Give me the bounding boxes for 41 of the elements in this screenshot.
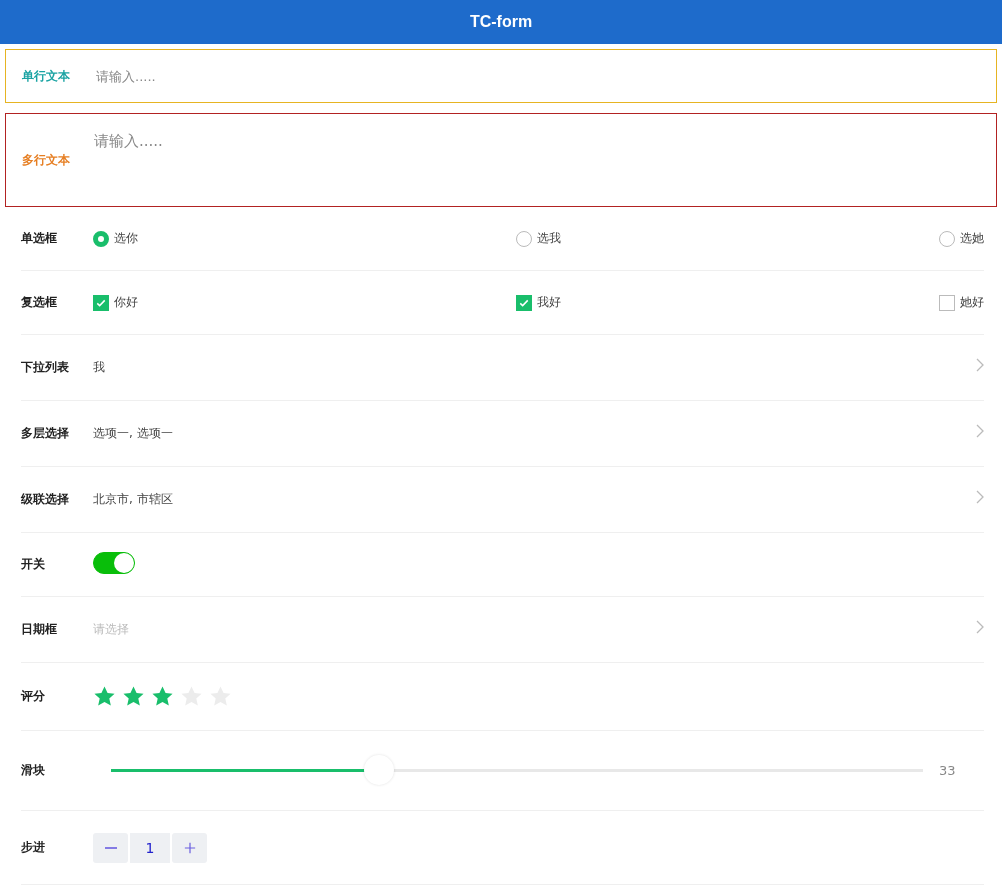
picker-value[interactable]: 我 <box>93 359 105 376</box>
star-icon[interactable] <box>151 685 174 708</box>
option-label[interactable]: 选我 <box>537 230 561 247</box>
field-label: 单行文本 <box>22 67 71 85</box>
checkbox[interactable] <box>939 294 955 311</box>
field-label: 滑块 <box>21 762 46 779</box>
field-label: 复选框 <box>21 294 58 311</box>
chevron-right-icon <box>976 357 984 372</box>
app-title: TC-form <box>469 13 533 31</box>
chevron-right-icon <box>976 423 984 438</box>
option-label[interactable]: 选你 <box>114 230 138 247</box>
field-label: 单选框 <box>21 230 58 247</box>
checkbox[interactable] <box>516 294 532 311</box>
radio-button[interactable] <box>93 230 109 247</box>
minus-icon <box>103 846 118 849</box>
star-icon[interactable] <box>93 685 116 708</box>
minus-button[interactable] <box>93 832 128 863</box>
field-label: 评分 <box>21 688 46 705</box>
option-label[interactable]: 我好 <box>537 294 561 311</box>
field-label: 级联选择 <box>21 491 70 508</box>
checkbox[interactable] <box>93 294 109 311</box>
star-icon[interactable] <box>122 685 145 708</box>
field-label: 开关 <box>21 556 46 573</box>
field-label: 日期框 <box>21 621 58 638</box>
field-label: 步进 <box>21 839 46 856</box>
option-label[interactable]: 她好 <box>960 294 984 311</box>
slider-thumb[interactable] <box>363 755 394 785</box>
plus-button[interactable] <box>172 832 207 863</box>
slider-value: 33 <box>939 763 956 778</box>
stepper-value[interactable]: 1 <box>130 832 170 863</box>
option-label[interactable]: 你好 <box>114 294 138 311</box>
field-label: 多层选择 <box>21 425 70 442</box>
toggle-switch[interactable] <box>93 551 135 574</box>
picker-value[interactable]: 北京市, 市辖区 <box>93 491 173 508</box>
plus-icon <box>183 841 196 854</box>
chevron-right-icon <box>976 619 984 634</box>
field-label: 下拉列表 <box>21 359 70 376</box>
chevron-right-icon <box>976 489 984 504</box>
option-label[interactable]: 选她 <box>960 230 984 247</box>
picker-value[interactable]: 选项一, 选项一 <box>93 425 173 442</box>
field-label: 多行文本 <box>22 151 71 169</box>
